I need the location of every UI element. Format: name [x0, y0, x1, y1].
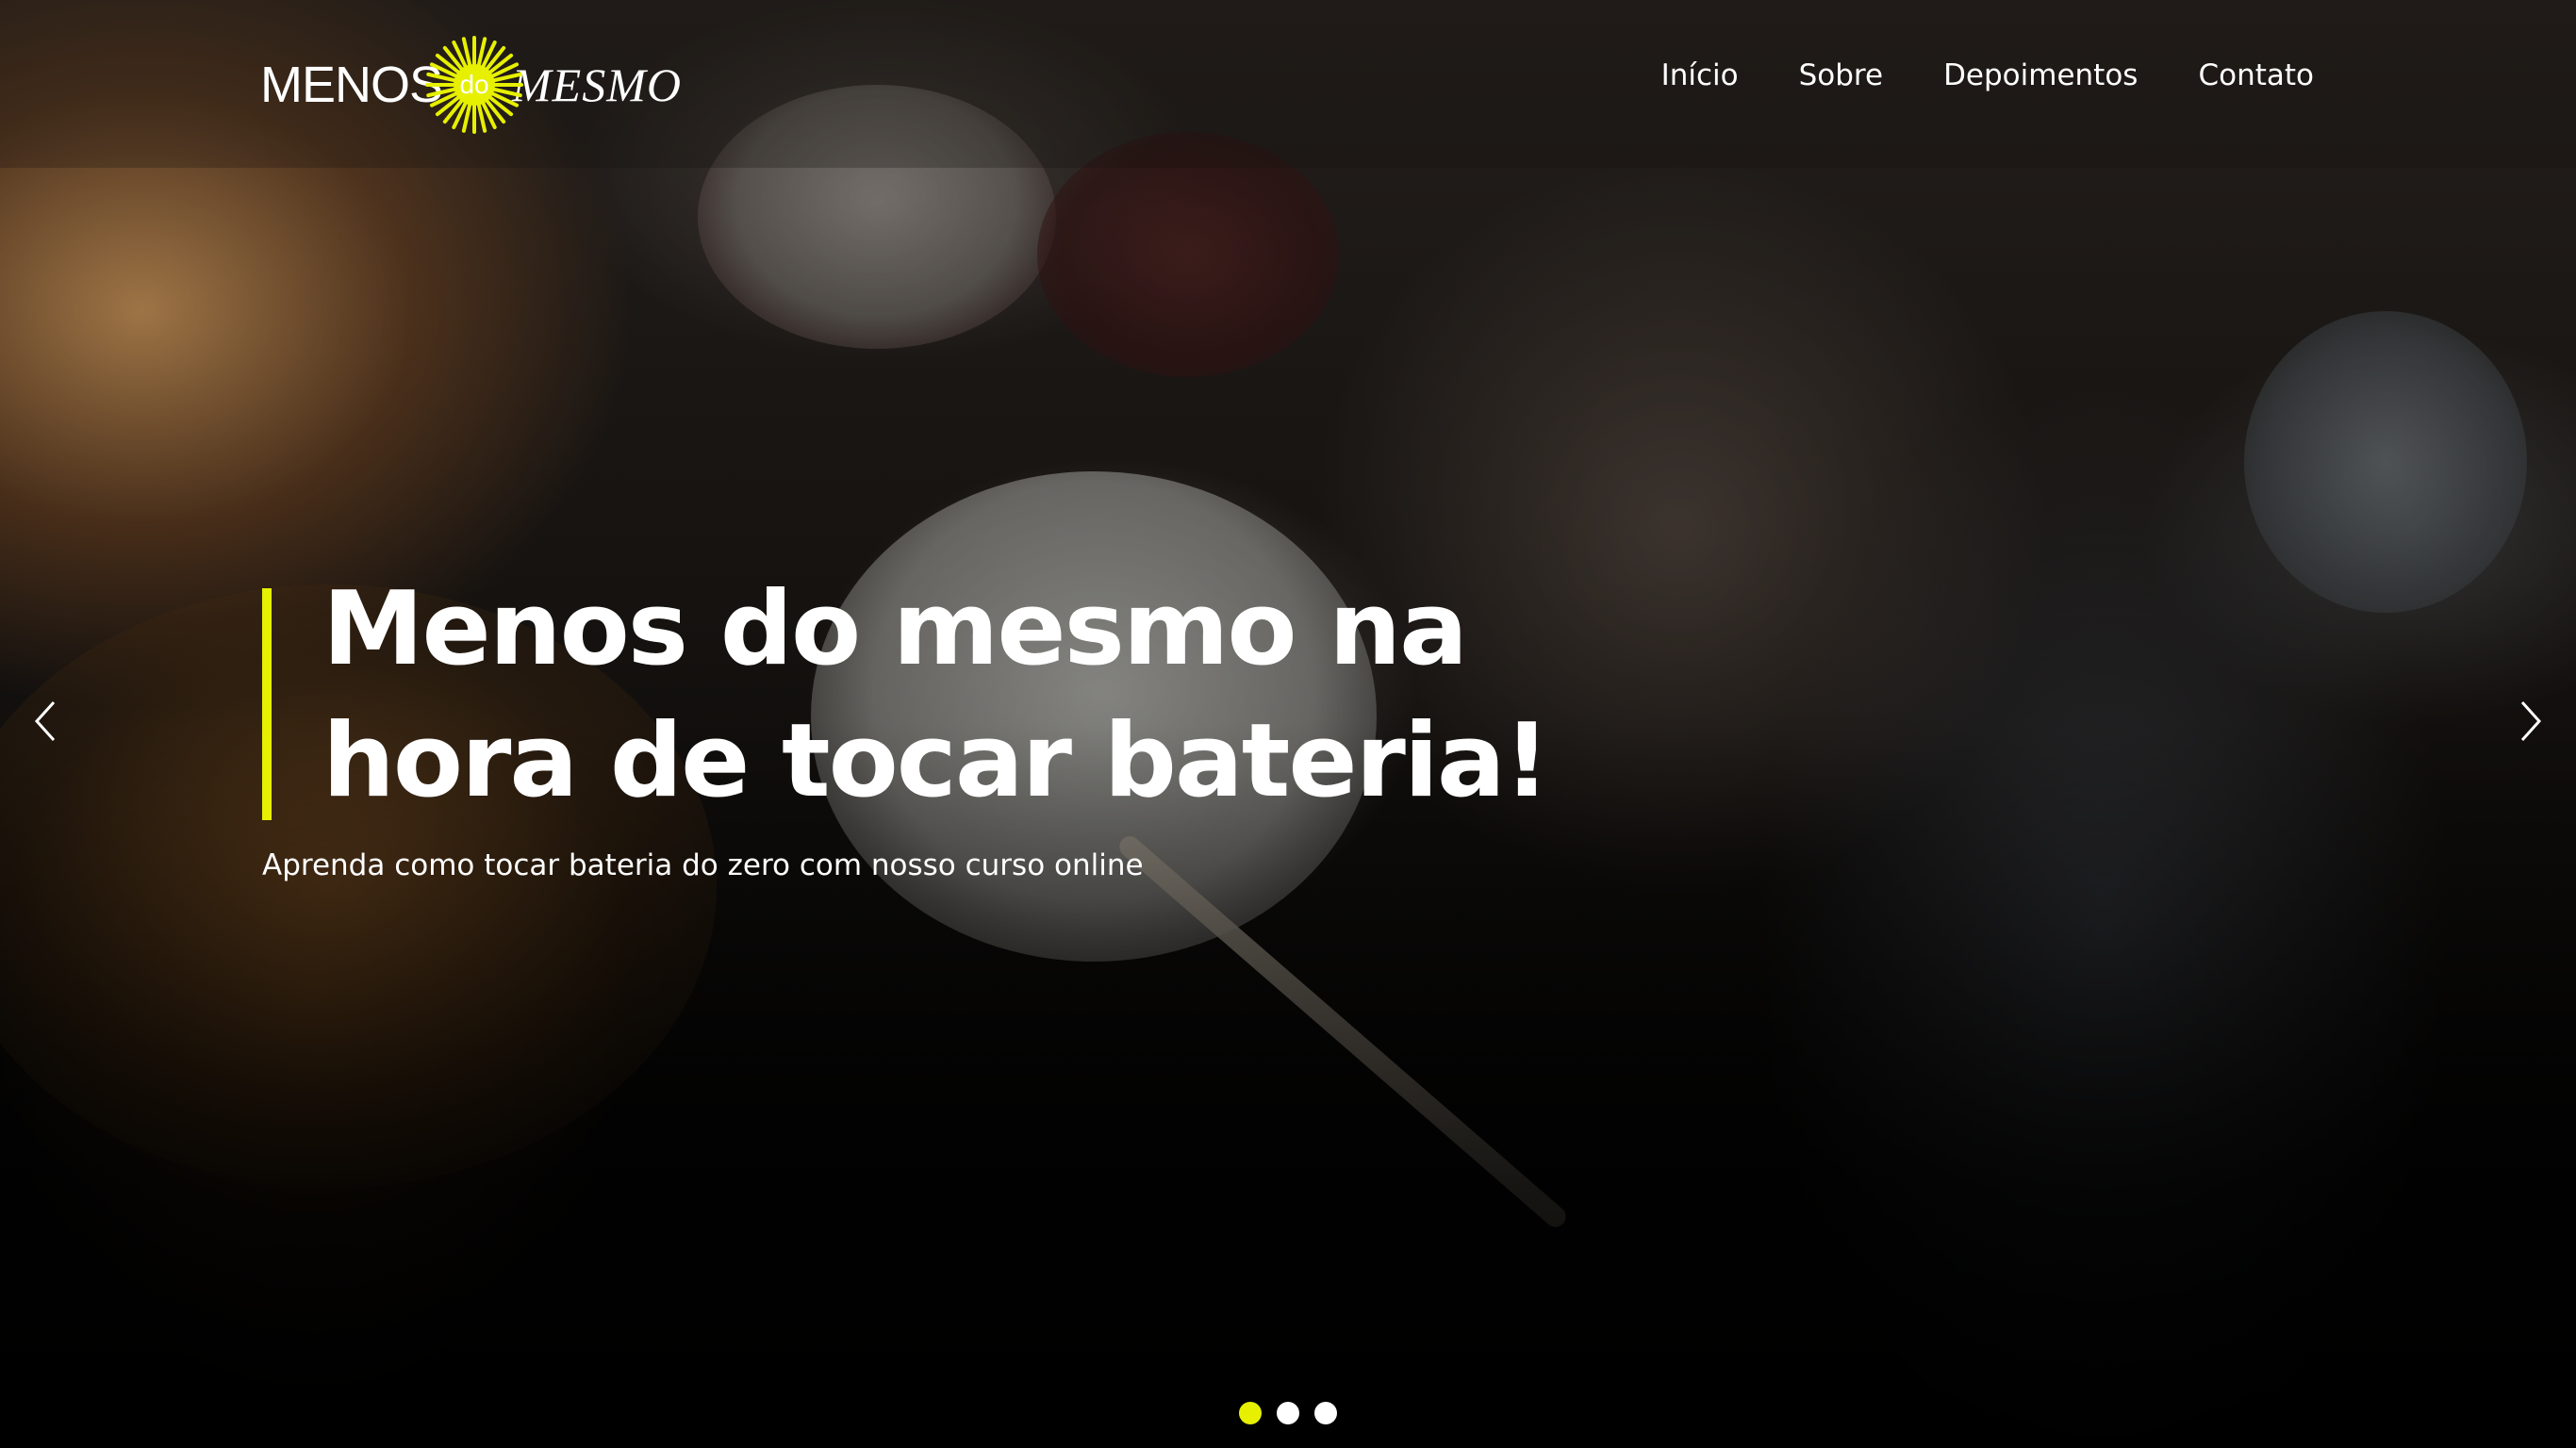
headline-line-2: hora de tocar bateria! [322, 702, 1550, 820]
site-logo[interactable]: MENOS do MESMO [260, 36, 682, 134]
headline-line-1: Menos do mesmo na [322, 570, 1468, 688]
headline-accent-bar [262, 588, 272, 820]
chevron-right-icon [2520, 700, 2542, 742]
sun-icon: do [425, 36, 524, 134]
hero-headline: Menos do mesmo na hora de tocar bateria! [322, 564, 1567, 828]
hero-headline-block: Menos do mesmo na hora de tocar bateria! [262, 564, 1567, 828]
hero-carousel: MENOS do MESMO Início Sobre Depoimentos … [0, 0, 2576, 1448]
main-nav: Início Sobre Depoimentos Contato [1661, 58, 2314, 92]
nav-link-contato[interactable]: Contato [2198, 58, 2314, 92]
logo-text-middle: do [459, 70, 489, 99]
hero-subtitle: Aprenda como tocar bateria do zero com n… [262, 848, 1144, 882]
nav-link-depoimentos[interactable]: Depoimentos [1943, 58, 2138, 92]
nav-link-inicio[interactable]: Início [1661, 58, 1739, 92]
carousel-pagination [0, 1402, 2576, 1424]
logo-text-left: MENOS [260, 57, 443, 113]
chevron-left-icon [34, 700, 56, 742]
carousel-prev-button[interactable] [17, 693, 74, 749]
carousel-dot[interactable] [1239, 1402, 1262, 1424]
carousel-dot[interactable] [1314, 1402, 1337, 1424]
carousel-dot[interactable] [1277, 1402, 1299, 1424]
nav-link-sobre[interactable]: Sobre [1799, 58, 1883, 92]
logo-text-right: MESMO [512, 58, 682, 111]
carousel-next-button[interactable] [2502, 693, 2559, 749]
